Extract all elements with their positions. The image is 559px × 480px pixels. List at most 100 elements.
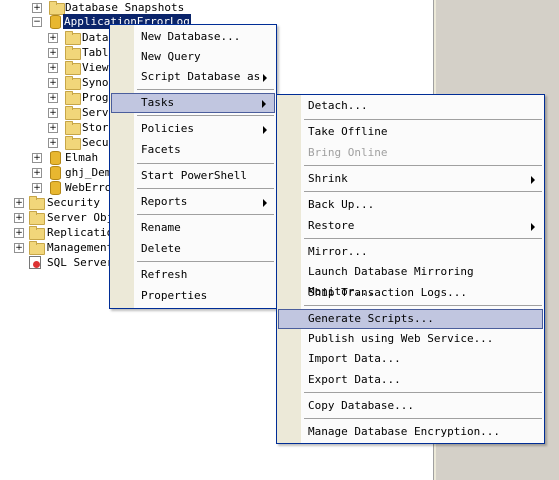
folder-icon bbox=[65, 91, 81, 105]
expand-icon[interactable]: + bbox=[48, 48, 58, 58]
menu-item-new-query[interactable]: New Query bbox=[111, 47, 275, 67]
database-icon bbox=[50, 151, 61, 165]
menu-item-properties[interactable]: Properties bbox=[111, 286, 275, 306]
menu-item-label: Refresh bbox=[141, 268, 188, 281]
expand-icon[interactable]: + bbox=[14, 228, 24, 238]
menu-item-label: Tasks bbox=[141, 96, 175, 109]
menu-item-label: Bring Online bbox=[308, 146, 388, 159]
menu-item-refresh[interactable]: Refresh bbox=[111, 265, 275, 285]
expand-icon[interactable]: + bbox=[14, 243, 24, 253]
menu-separator bbox=[137, 261, 274, 262]
menu-item-label: Facets bbox=[141, 143, 181, 156]
collapse-icon[interactable]: − bbox=[32, 17, 42, 27]
menu-item-back-up[interactable]: Back Up... bbox=[278, 195, 543, 215]
folder-icon bbox=[65, 76, 81, 90]
menu-item-label: Rename bbox=[141, 221, 181, 234]
menu-separator bbox=[137, 163, 274, 164]
menu-item-mirror[interactable]: Mirror... bbox=[278, 242, 543, 262]
menu-separator bbox=[304, 119, 542, 120]
menu-item-publish-web-service[interactable]: Publish using Web Service... bbox=[278, 329, 543, 349]
folder-icon bbox=[65, 61, 81, 75]
expand-icon[interactable]: + bbox=[48, 78, 58, 88]
expand-icon[interactable]: + bbox=[48, 93, 58, 103]
menu-item-label: Import Data... bbox=[308, 352, 401, 365]
menu-item-label: Reports bbox=[141, 195, 188, 208]
menu-item-new-database[interactable]: New Database... bbox=[111, 27, 275, 47]
expand-icon[interactable]: + bbox=[48, 138, 58, 148]
menu-item-script-database-as[interactable]: Script Database as bbox=[111, 67, 275, 87]
menu-item-label: Export Data... bbox=[308, 373, 401, 386]
expand-icon[interactable]: + bbox=[48, 33, 58, 43]
menu-item-label: Back Up... bbox=[308, 198, 375, 211]
menu-item-generate-scripts[interactable]: Generate Scripts... bbox=[278, 309, 543, 329]
menu-separator bbox=[304, 238, 542, 239]
menu-item-shrink[interactable]: Shrink bbox=[278, 169, 543, 189]
menu-item-restore[interactable]: Restore bbox=[278, 216, 543, 236]
submenu-arrow-icon bbox=[263, 126, 267, 134]
menu-item-start-powershell[interactable]: Start PowerShell bbox=[111, 166, 275, 186]
menu-item-label: Delete bbox=[141, 242, 181, 255]
expand-icon[interactable]: + bbox=[48, 123, 58, 133]
menu-item-policies[interactable]: Policies bbox=[111, 119, 275, 139]
submenu-arrow-icon bbox=[531, 223, 535, 231]
expand-icon[interactable]: + bbox=[48, 108, 58, 118]
folder-icon bbox=[29, 226, 45, 240]
menu-item-label: New Database... bbox=[141, 30, 241, 43]
folder-icon bbox=[65, 31, 81, 45]
menu-item-label: Restore bbox=[308, 219, 355, 232]
menu-item-label: Properties bbox=[141, 289, 208, 302]
menu-item-label: Detach... bbox=[308, 99, 368, 112]
folder-icon bbox=[65, 106, 81, 120]
menu-separator bbox=[137, 214, 274, 215]
submenu-arrow-icon bbox=[531, 176, 535, 184]
menu-item-copy-database[interactable]: Copy Database... bbox=[278, 396, 543, 416]
database-icon bbox=[50, 166, 61, 180]
menu-item-take-offline[interactable]: Take Offline bbox=[278, 122, 543, 142]
database-context-menu: New Database... New Query Script Databas… bbox=[109, 24, 277, 309]
menu-item-tasks[interactable]: Tasks bbox=[111, 93, 275, 113]
tree-node-label: SQL Server bbox=[47, 256, 114, 269]
sql-agent-icon bbox=[29, 256, 41, 269]
tasks-submenu: Detach... Take Offline Bring Online Shri… bbox=[276, 94, 545, 444]
menu-item-label: Shrink bbox=[308, 172, 348, 185]
menu-item-delete[interactable]: Delete bbox=[111, 239, 275, 259]
menu-item-rename[interactable]: Rename bbox=[111, 218, 275, 238]
submenu-arrow-icon bbox=[263, 199, 267, 207]
menu-item-label: Ship Transaction Logs... bbox=[308, 286, 467, 299]
menu-item-ship-transaction-logs[interactable]: Ship Transaction Logs... bbox=[278, 283, 543, 303]
database-icon bbox=[50, 15, 61, 29]
menu-item-label: Start PowerShell bbox=[141, 169, 247, 182]
menu-item-reports[interactable]: Reports bbox=[111, 192, 275, 212]
expand-icon[interactable]: + bbox=[32, 183, 42, 193]
expand-icon[interactable]: + bbox=[14, 213, 24, 223]
expand-icon[interactable]: + bbox=[48, 63, 58, 73]
menu-separator bbox=[137, 188, 274, 189]
menu-separator bbox=[304, 392, 542, 393]
folder-icon bbox=[29, 196, 45, 210]
folder-icon bbox=[29, 241, 45, 255]
menu-separator bbox=[304, 165, 542, 166]
folder-icon bbox=[65, 46, 81, 60]
menu-item-label: Script Database as bbox=[141, 70, 261, 83]
tree-node-label: Security bbox=[47, 196, 100, 209]
tree-node-label: Database Snapshots bbox=[65, 1, 185, 14]
menu-item-manage-encryption[interactable]: Manage Database Encryption... bbox=[278, 422, 543, 442]
folder-icon bbox=[65, 121, 81, 135]
expand-icon[interactable]: + bbox=[32, 168, 42, 178]
tree-node-label: Management bbox=[47, 241, 114, 254]
menu-item-label: Take Offline bbox=[308, 125, 388, 138]
expand-icon[interactable]: + bbox=[14, 198, 24, 208]
expand-icon[interactable]: + bbox=[32, 153, 42, 163]
menu-item-detach[interactable]: Detach... bbox=[278, 96, 543, 116]
folder-icon bbox=[29, 211, 45, 225]
menu-item-bring-online[interactable]: Bring Online bbox=[278, 143, 543, 163]
menu-item-facets[interactable]: Facets bbox=[111, 140, 275, 160]
submenu-arrow-icon bbox=[263, 74, 267, 82]
menu-item-export-data[interactable]: Export Data... bbox=[278, 370, 543, 390]
menu-item-import-data[interactable]: Import Data... bbox=[278, 349, 543, 369]
menu-item-label: Mirror... bbox=[308, 245, 368, 258]
menu-separator bbox=[304, 418, 542, 419]
menu-item-label: Manage Database Encryption... bbox=[308, 425, 501, 438]
expand-icon[interactable]: + bbox=[32, 3, 42, 13]
menu-item-launch-mirroring-monitor[interactable]: Launch Database Mirroring Monitor... bbox=[278, 262, 543, 298]
